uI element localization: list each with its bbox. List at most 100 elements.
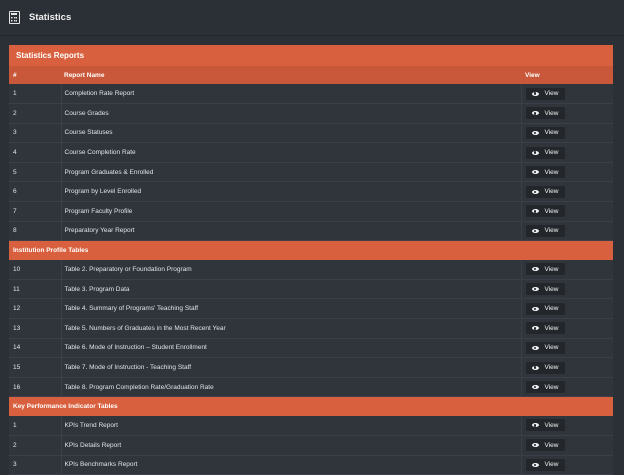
view-button-label: View: [544, 265, 559, 273]
row-number: 3: [9, 455, 62, 475]
view-button[interactable]: View: [525, 381, 566, 394]
eye-icon: [531, 345, 539, 350]
table-row: 12 Table 4. Summary of Programs' Teaching…: [9, 298, 613, 320]
view-button[interactable]: View: [525, 283, 566, 296]
view-button[interactable]: View: [525, 439, 566, 452]
row-number: 10: [9, 259, 62, 280]
row-number: 6: [9, 181, 62, 203]
view-button-label: View: [544, 421, 559, 429]
row-number: 4: [9, 142, 62, 163]
view-cell: View: [521, 162, 613, 183]
table-row: 13 Table 5. Numbers of Graduates in the M…: [9, 318, 613, 339]
view-cell: View: [521, 201, 613, 222]
eye-icon: [531, 209, 539, 214]
view-button[interactable]: View: [525, 87, 566, 100]
view-button-label: View: [544, 90, 559, 98]
view-button[interactable]: View: [525, 361, 566, 374]
eye-icon: [531, 228, 539, 233]
view-button[interactable]: View: [525, 166, 566, 179]
view-button[interactable]: View: [525, 458, 566, 471]
eye-icon: [531, 91, 539, 96]
view-button-label: View: [544, 324, 559, 332]
view-cell: View: [521, 318, 613, 339]
report-name: Program by Level Enrolled: [61, 181, 522, 203]
view-button-label: View: [544, 168, 559, 176]
report-name: Program Faculty Profile: [61, 201, 522, 222]
row-number: 13: [9, 318, 62, 339]
view-button-label: View: [544, 383, 559, 391]
view-button-label: View: [544, 188, 559, 196]
view-button[interactable]: View: [525, 205, 566, 218]
row-number: 2: [9, 103, 62, 124]
view-button[interactable]: View: [525, 107, 566, 120]
view-button-label: View: [544, 129, 559, 137]
report-name: Table 5. Numbers of Graduates in the Mos…: [61, 318, 522, 339]
eye-icon: [531, 130, 539, 135]
view-button[interactable]: View: [525, 146, 566, 159]
view-cell: View: [521, 103, 613, 124]
row-number: 16: [9, 377, 62, 398]
table-row: 4 Course Completion Rate View: [9, 142, 613, 163]
view-button[interactable]: View: [525, 302, 566, 315]
report-name: KPIs Details Report: [61, 435, 522, 456]
column-header-number: #: [13, 71, 17, 79]
view-button-label: View: [544, 109, 559, 117]
report-name: Program Graduates & Enrolled: [61, 162, 522, 183]
table-row: 3 KPIs Benchmarks Report View: [9, 455, 613, 475]
eye-icon: [531, 111, 539, 116]
table-row: 1 KPIs Trend Report View: [9, 415, 613, 436]
view-cell: View: [521, 455, 613, 475]
view-cell: View: [521, 298, 613, 320]
report-name: Course Completion Rate: [61, 142, 522, 163]
report-name: KPIs Trend Report: [61, 415, 522, 436]
eye-icon: [531, 150, 539, 155]
column-header-view: View: [525, 71, 540, 79]
view-cell: View: [521, 259, 613, 280]
view-button[interactable]: View: [525, 322, 566, 335]
view-button-label: View: [544, 364, 559, 372]
report-name: Course Statuses: [61, 123, 522, 144]
page-title: Statistics: [29, 12, 72, 23]
view-button[interactable]: View: [525, 224, 566, 237]
view-cell: View: [521, 415, 613, 436]
calculator-icon: [9, 11, 20, 24]
eye-icon: [531, 462, 539, 467]
view-button-label: View: [544, 441, 559, 449]
row-number: 12: [9, 298, 62, 320]
view-button-label: View: [544, 461, 559, 469]
section-title: Key Performance Indicator Tables: [13, 403, 118, 411]
view-button[interactable]: View: [525, 263, 566, 276]
view-button-label: View: [544, 207, 559, 215]
view-button[interactable]: View: [525, 419, 566, 432]
column-header-report-name: Report Name: [64, 71, 105, 79]
view-button[interactable]: View: [525, 341, 566, 354]
eye-icon: [531, 189, 539, 194]
row-number: 14: [9, 338, 62, 359]
view-button[interactable]: View: [525, 185, 566, 198]
view-cell: View: [521, 435, 613, 456]
table-row: 16 Table 8. Program Completion Rate/Gradu…: [9, 377, 613, 398]
report-name: Table 7. Mode of Instruction - Teaching …: [61, 357, 522, 378]
view-button-label: View: [544, 344, 559, 352]
reports-table: # Report Name View 1 Completion Rate Repo…: [9, 66, 613, 475]
eye-icon: [531, 385, 539, 390]
row-number: 8: [9, 221, 62, 242]
view-cell: View: [521, 221, 613, 242]
row-number: 3: [9, 123, 62, 144]
top-bar: Statistics: [0, 0, 624, 36]
table-row: 14 Table 6. Mode of Instruction – Student…: [9, 338, 613, 359]
eye-icon: [531, 267, 539, 272]
report-name: Table 6. Mode of Instruction – Student E…: [61, 338, 522, 359]
view-button-label: View: [544, 285, 559, 293]
view-cell: View: [521, 357, 613, 378]
section-header-row: Key Performance Indicator Tables: [9, 396, 613, 416]
report-name: Table 4. Summary of Programs' Teaching S…: [61, 298, 522, 320]
report-name: KPIs Benchmarks Report: [61, 455, 522, 475]
eye-icon: [531, 170, 539, 175]
table-row: 3 Course Statuses View: [9, 123, 613, 144]
table-row: 11 Table 3. Program Data View: [9, 279, 613, 300]
section-title: Institution Profile Tables: [13, 247, 89, 254]
table-row: 15 Table 7. Mode of Instruction - Teachin…: [9, 357, 613, 378]
view-button[interactable]: View: [525, 126, 566, 139]
eye-icon: [531, 365, 539, 370]
